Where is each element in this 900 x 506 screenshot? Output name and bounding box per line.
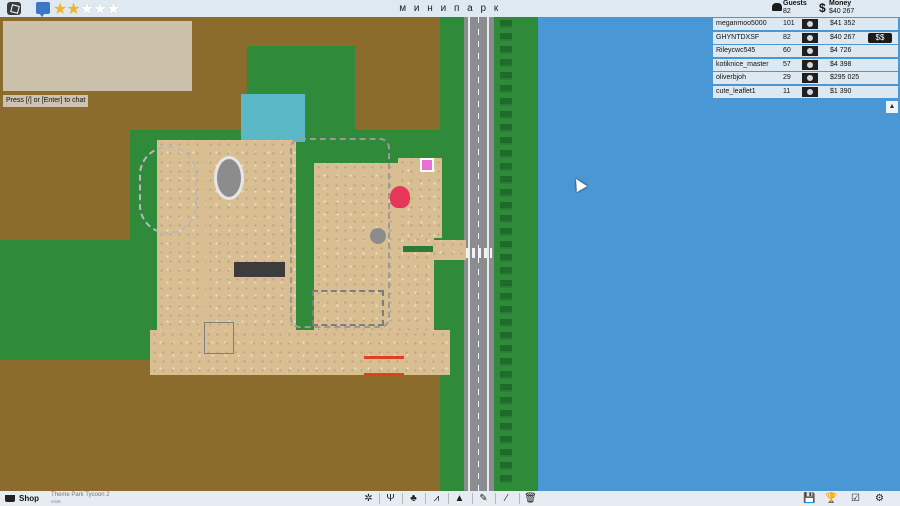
- game-title: Theme Park Tycoon 2: [51, 492, 110, 498]
- delete-tool-icon[interactable]: 🗑: [522, 492, 539, 505]
- player-money: $40 267: [830, 33, 856, 41]
- player-name: meganmoo5000: [716, 20, 767, 27]
- path-tool-icon[interactable]: ✎: [475, 492, 492, 505]
- toolbar-divider: [379, 493, 380, 504]
- player-guests: 82: [783, 33, 791, 41]
- player-guests: 60: [783, 47, 791, 54]
- shop-label: Shop: [19, 494, 39, 503]
- player-name: GHYNTDXSF: [716, 33, 760, 41]
- park-entrance-path: [430, 240, 466, 260]
- park-name: м и н и п а р к: [399, 3, 501, 14]
- food-tool-icon[interactable]: Ψ: [382, 492, 399, 505]
- toolbar-divider: [472, 493, 473, 504]
- park-path-south: [150, 330, 450, 375]
- terrain-tool-icon[interactable]: ▲: [451, 492, 468, 505]
- chat-window[interactable]: [3, 21, 192, 91]
- player-name: oliverbjoh: [716, 74, 746, 81]
- leaderboard: meganmoo5000 101 $41 352 GHYNTDXSF 82 $40 267…: [713, 18, 898, 99]
- player-money: $4 398: [830, 60, 852, 68]
- player-guests: 29: [783, 74, 791, 81]
- ferris-wheel-ride[interactable]: [214, 156, 244, 200]
- toolbar-divider: [425, 493, 426, 504]
- red-drop-tower[interactable]: [390, 186, 410, 208]
- bottom-toolbar: Shop Theme Park Tycoon 2 v346 ✲ Ψ ♣ ⩘ ▲ ✎ ⁄ 🗑 💾 🏆…: [0, 491, 900, 506]
- player-park-icon[interactable]: [802, 73, 818, 83]
- coaster-tool-icon[interactable]: ⩘: [428, 492, 445, 505]
- red-swing-ride[interactable]: [364, 356, 404, 376]
- player-park-icon[interactable]: [802, 46, 818, 56]
- player-guests: 57: [783, 60, 791, 68]
- shop-button[interactable]: Shop: [2, 492, 42, 505]
- carousel-frame[interactable]: [204, 322, 234, 354]
- guests-value: 82: [783, 8, 791, 15]
- leaderboard-row[interactable]: cute_leaflet1 11 $1 390: [713, 85, 898, 98]
- guests-label: Guests: [783, 0, 807, 7]
- leaderboard-collapse-button[interactable]: ▲: [886, 101, 898, 113]
- toolbar-divider: [519, 493, 520, 504]
- money-label: Money: [829, 0, 852, 7]
- player-name: cute_leaflet1: [716, 87, 756, 95]
- leaderboard-row[interactable]: oliverbjoh 29 $295 025: [713, 72, 898, 84]
- dark-building: [234, 262, 285, 277]
- pink-kiosk[interactable]: [420, 158, 434, 172]
- player-name: Rileycwc545: [716, 47, 756, 54]
- player-park-icon[interactable]: [802, 59, 818, 70]
- player-money: $41 352: [830, 20, 856, 27]
- scenery-tool-icon[interactable]: ♣: [405, 492, 422, 505]
- guests-icon: [772, 3, 782, 11]
- coaster-track-loop[interactable]: [312, 290, 384, 326]
- settings-tool-icon[interactable]: ⚙: [871, 492, 888, 505]
- objectives-tool-icon[interactable]: ☑: [847, 492, 864, 505]
- player-park-icon[interactable]: [802, 19, 818, 29]
- money-icon: $: [819, 1, 826, 15]
- park-pool: [241, 94, 305, 142]
- save-tool-icon[interactable]: 💾: [801, 492, 818, 505]
- player-guests: 101: [783, 20, 795, 27]
- chat-hint[interactable]: Press [/] or [Enter] to chat: [3, 95, 89, 107]
- leaderboard-row[interactable]: meganmoo5000 101 $41 352: [713, 18, 898, 30]
- paint-tool-icon[interactable]: ⁄: [498, 492, 515, 505]
- pendulum-ride[interactable]: [370, 228, 386, 244]
- player-name: kotiknice_master: [716, 60, 769, 68]
- coaster-track-west[interactable]: [139, 146, 197, 234]
- leaderboard-row[interactable]: kotiknice_master 57 $4 398: [713, 58, 898, 71]
- green-hedge: [403, 246, 433, 252]
- top-bar: ★★★★★ м и н и п а р к: [0, 0, 900, 18]
- crosswalk: [466, 248, 492, 258]
- leaderboard-row[interactable]: Rileycwc545 60 $4 726: [713, 45, 898, 57]
- stats-panel: Guests 82 $ Money $40 267: [771, 0, 900, 17]
- player-money: $1 390: [830, 87, 852, 95]
- money-boost-icon[interactable]: $$: [868, 33, 892, 43]
- rides-tool-icon[interactable]: ✲: [360, 492, 377, 505]
- toolbar-divider: [448, 493, 449, 504]
- tree-row: [500, 20, 512, 486]
- money-value: $40 267: [829, 8, 855, 15]
- shop-cart-icon: [5, 495, 15, 502]
- toolbar-divider: [495, 493, 496, 504]
- player-park-icon[interactable]: [802, 32, 818, 43]
- player-money: $295 025: [830, 74, 860, 81]
- player-guests: 11: [783, 87, 791, 95]
- player-park-icon[interactable]: [802, 86, 818, 97]
- toolbar-divider: [402, 493, 403, 504]
- game-version: v346: [51, 499, 61, 504]
- player-money: $4 726: [830, 47, 852, 54]
- awards-tool-icon[interactable]: 🏆: [823, 492, 840, 505]
